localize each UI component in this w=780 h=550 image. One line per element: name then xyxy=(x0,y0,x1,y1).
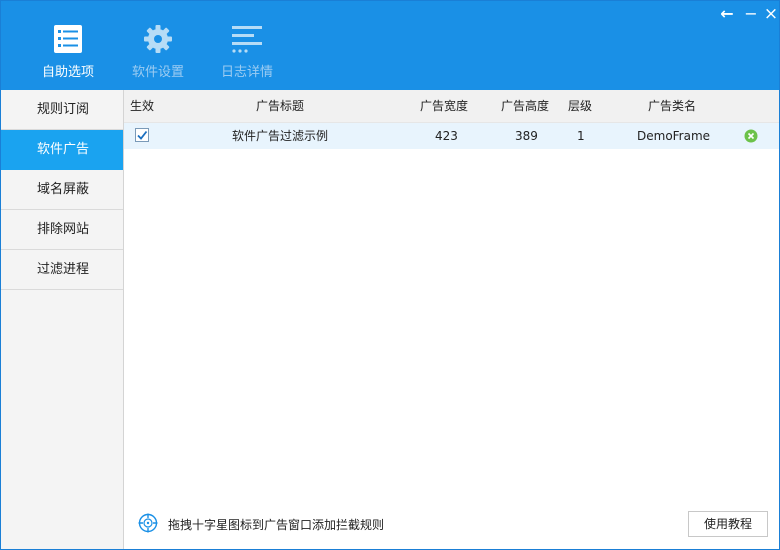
toolbar-self-help[interactable]: 自助选项 xyxy=(33,19,103,80)
back-button[interactable]: ← xyxy=(717,5,737,23)
column-ad-width[interactable]: 广告宽度 xyxy=(420,90,468,122)
crosshair-target-icon[interactable] xyxy=(138,513,158,536)
sidebar-item-filter-process[interactable]: 过滤进程 xyxy=(1,250,123,290)
toolbar-label: 日志详情 xyxy=(220,65,273,80)
column-ad-classname[interactable]: 广告类名 xyxy=(648,90,696,122)
sidebar-item-domain-block[interactable]: 域名屏蔽 xyxy=(1,170,123,210)
toolbar-software-settings[interactable]: 软件设置 xyxy=(123,19,193,80)
drag-hint: 拖拽十字星图标到广告窗口添加拦截规则 xyxy=(138,513,385,536)
table-row[interactable]: 软件广告过滤示例 423 389 1 DemoFrame xyxy=(124,123,779,149)
column-level[interactable]: 层级 xyxy=(568,90,592,122)
cell-ad-title: 软件广告过滤示例 xyxy=(232,129,329,143)
close-button[interactable]: × xyxy=(761,5,780,23)
sidebar-item-rule-subscription[interactable]: 规则订阅 xyxy=(1,90,123,130)
header-bar: ← − × 自助选项 软件设置 日志详情 xyxy=(1,1,779,90)
column-ad-height[interactable]: 广告高度 xyxy=(501,90,549,122)
column-ad-title[interactable]: 广告标题 xyxy=(256,90,304,122)
toolbar-label: 自助选项 xyxy=(41,65,94,80)
gear-icon xyxy=(123,19,193,59)
cell-ad-height: 389 xyxy=(515,129,538,143)
main-content: 生效 广告标题 广告宽度 广告高度 层级 广告类名 软件广告过滤示例 423 3… xyxy=(124,90,779,549)
log-lines-icon xyxy=(212,19,282,59)
minimize-button[interactable]: − xyxy=(741,5,761,23)
delete-rule-icon[interactable] xyxy=(744,129,758,143)
enabled-checkbox[interactable] xyxy=(135,128,149,142)
toolbar-label: 软件设置 xyxy=(131,65,184,80)
column-enabled[interactable]: 生效 xyxy=(130,90,154,122)
sidebar-item-excluded-sites[interactable]: 排除网站 xyxy=(1,210,123,250)
tutorial-button[interactable]: 使用教程 xyxy=(688,511,768,537)
cell-ad-width: 423 xyxy=(435,129,458,143)
table-header: 生效 广告标题 广告宽度 广告高度 层级 广告类名 xyxy=(124,90,779,123)
cell-ad-classname: DemoFrame xyxy=(637,129,711,143)
drag-hint-text: 拖拽十字星图标到广告窗口添加拦截规则 xyxy=(168,517,385,532)
sidebar: 规则订阅 软件广告 域名屏蔽 排除网站 过滤进程 xyxy=(1,90,124,549)
checkmark-icon xyxy=(137,130,148,140)
sidebar-item-software-ads[interactable]: 软件广告 xyxy=(1,130,123,170)
app-window: ← − × 自助选项 软件设置 日志详情 规则订阅 软件广告 域名屏蔽 排除网站… xyxy=(0,0,780,550)
checklist-icon xyxy=(33,19,103,59)
cell-level: 1 xyxy=(577,129,585,143)
toolbar-log-details[interactable]: 日志详情 xyxy=(212,19,282,80)
